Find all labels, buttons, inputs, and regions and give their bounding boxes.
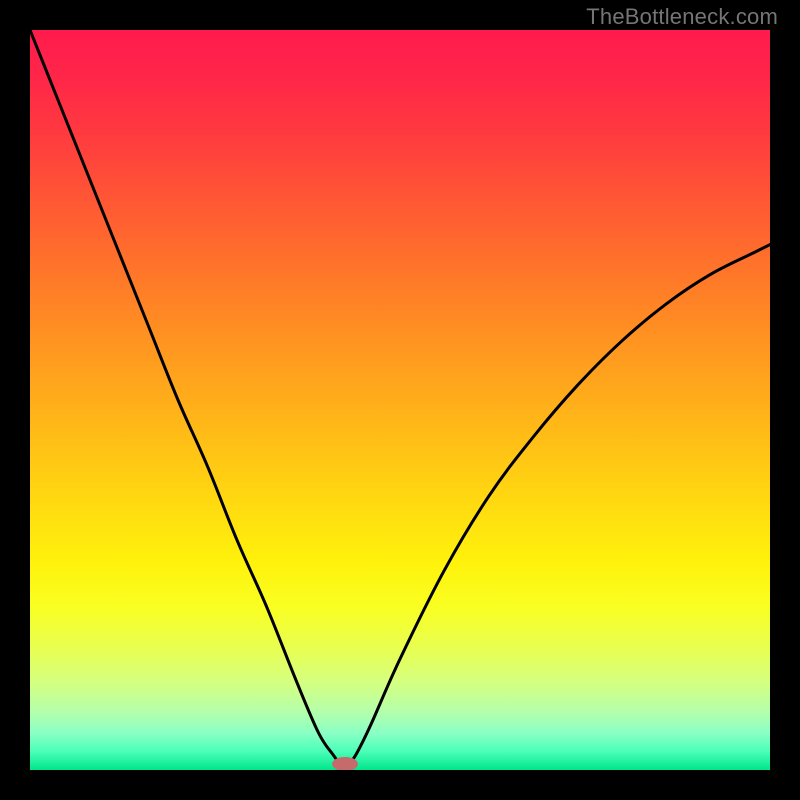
bottleneck-curve [30, 30, 770, 770]
minimum-marker [332, 757, 358, 770]
chart-stage: TheBottleneck.com [0, 0, 800, 800]
watermark-label: TheBottleneck.com [586, 4, 778, 30]
plot-area [30, 30, 770, 770]
